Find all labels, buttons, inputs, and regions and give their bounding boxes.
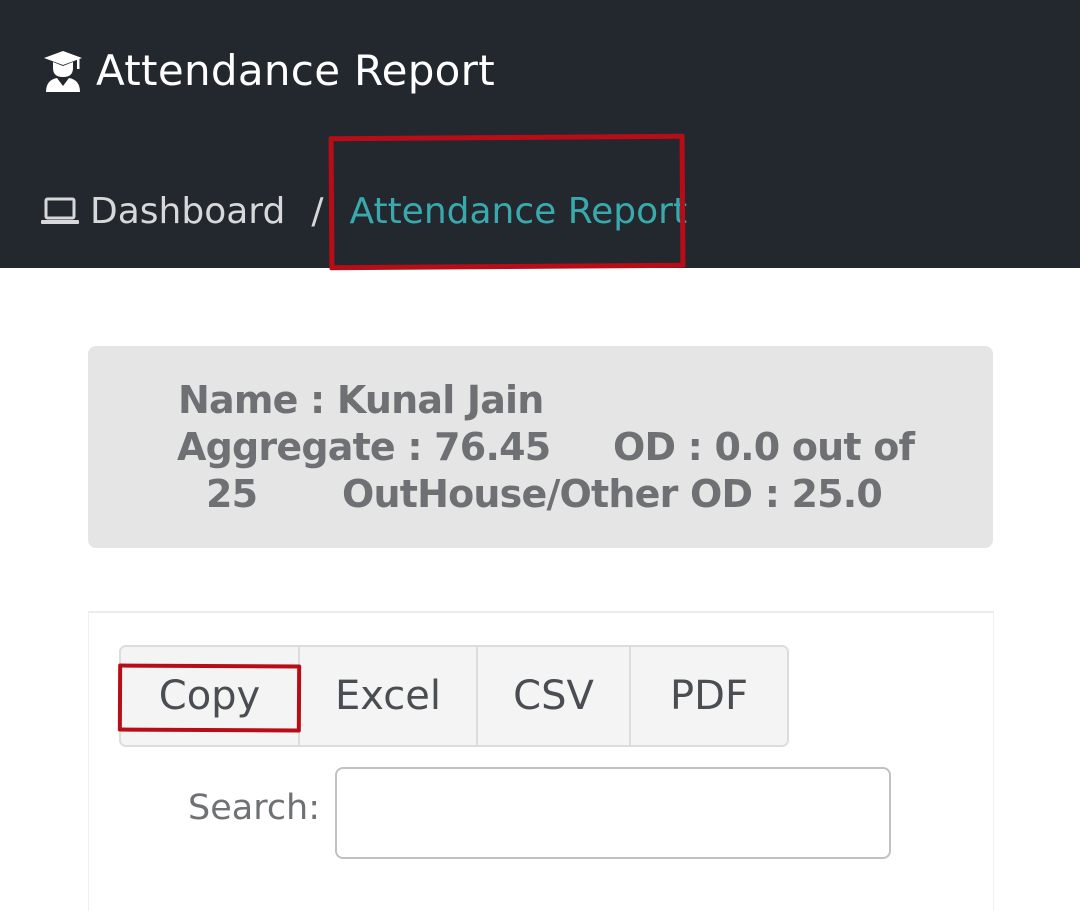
breadcrumb-highlight-annotation	[328, 133, 686, 271]
app-title: Attendance Report	[42, 40, 495, 100]
graduate-icon	[42, 48, 84, 92]
csv-button[interactable]: CSV	[478, 647, 631, 745]
student-name: Name : Kunal Jain	[178, 378, 544, 422]
aggregate-value: Aggregate : 76.45	[177, 425, 551, 469]
app-title-text: Attendance Report	[96, 45, 496, 95]
excel-button[interactable]: Excel	[300, 647, 478, 745]
laptop-icon	[40, 196, 80, 226]
pdf-button[interactable]: PDF	[631, 647, 787, 745]
breadcrumb-dashboard-label: Dashboard	[90, 190, 286, 232]
breadcrumb-dashboard-link[interactable]: Dashboard	[40, 191, 285, 232]
breadcrumb-separator: /	[311, 190, 324, 232]
od-total: 25	[206, 472, 258, 516]
student-info-panel: Name : Kunal Jain Aggregate : 76.45 OD :…	[88, 346, 993, 548]
search-input[interactable]	[335, 767, 891, 859]
outhouse-od-value: OutHouse/Other OD : 25.0	[342, 472, 883, 516]
search-label: Search:	[188, 788, 321, 828]
copy-highlight-annotation	[117, 663, 302, 733]
od-value: OD : 0.0 out of	[613, 425, 915, 469]
